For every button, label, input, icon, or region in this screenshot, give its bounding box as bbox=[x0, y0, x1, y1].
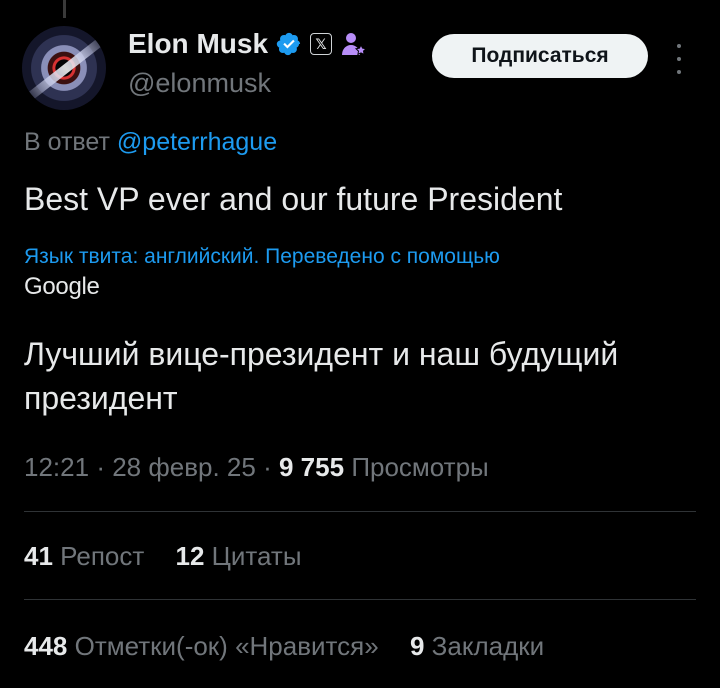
author-name-row: Elon Musk 𝕏 bbox=[128, 28, 368, 60]
likes-count: 448 bbox=[24, 631, 68, 661]
bookmarks-count: 9 bbox=[409, 631, 425, 661]
tweet-text: Best VP ever and our future President bbox=[24, 181, 563, 217]
verified-icon[interactable] bbox=[276, 31, 302, 57]
meta-separator: · bbox=[96, 452, 105, 482]
views-label: Просмотры bbox=[351, 452, 489, 482]
stats-row-reposts: 41 Репост 12 Цитаты bbox=[24, 541, 326, 572]
follow-button[interactable]: Подписаться bbox=[432, 34, 648, 78]
bookmarks-stat[interactable]: 9 Закладки bbox=[410, 631, 544, 661]
likes-label: Отметки(-ок) «Нравится» bbox=[74, 631, 379, 661]
reposts-label: Репост bbox=[60, 541, 145, 571]
quotes-stat[interactable]: 12 Цитаты bbox=[176, 541, 302, 571]
author-handle[interactable]: @elonmusk bbox=[128, 68, 271, 99]
tweet-date[interactable]: 28 февр. 25 bbox=[112, 452, 256, 482]
reply-mention-link[interactable]: @peterrhague bbox=[117, 128, 277, 156]
display-name[interactable]: Elon Musk bbox=[128, 28, 268, 60]
reply-prefix: В ответ bbox=[24, 128, 110, 156]
stats-row-likes: 448 Отметки(-ок) «Нравится» 9 Закладки bbox=[24, 631, 568, 662]
reply-context: В ответ @peterrhague bbox=[24, 128, 277, 157]
affiliate-icon[interactable] bbox=[340, 31, 368, 57]
translation-note[interactable]: Язык твита: английский. Переведено с пом… bbox=[24, 245, 500, 269]
google-translate-logo: Google bbox=[24, 273, 100, 300]
tweet-time[interactable]: 12:21 bbox=[24, 452, 89, 482]
translated-text: Лучший вице-президент и наш будущий през… bbox=[24, 336, 619, 416]
reposts-count: 41 bbox=[24, 541, 53, 571]
meta-separator: · bbox=[263, 452, 272, 482]
tweet-meta: 12:21 · 28 февр. 25 · 9 755 Просмотры bbox=[24, 452, 489, 483]
x-badge-icon[interactable]: 𝕏 bbox=[310, 33, 333, 55]
likes-stat[interactable]: 448 Отметки(-ок) «Нравится» bbox=[24, 631, 379, 661]
bookmarks-label: Закладки bbox=[431, 631, 545, 661]
avatar-streak bbox=[23, 34, 106, 103]
reposts-stat[interactable]: 41 Репост bbox=[24, 541, 144, 571]
divider bbox=[24, 599, 696, 600]
views-count: 9 755 bbox=[279, 452, 345, 482]
divider bbox=[24, 511, 696, 512]
thread-connector bbox=[63, 0, 66, 18]
avatar[interactable] bbox=[22, 26, 106, 110]
quotes-label: Цитаты bbox=[211, 541, 302, 571]
more-icon[interactable] bbox=[671, 44, 687, 74]
quotes-count: 12 bbox=[175, 541, 205, 571]
